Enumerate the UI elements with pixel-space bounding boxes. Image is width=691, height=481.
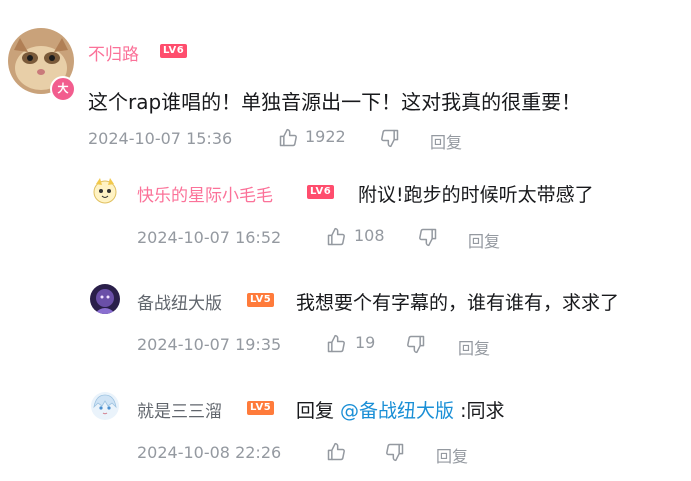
thumbs-up-icon[interactable] bbox=[326, 334, 346, 354]
comment-text: 这个rap谁唱的！单独音源出一下！这对我真的很重要！ bbox=[88, 90, 582, 114]
level-badge: LV6 bbox=[160, 44, 188, 58]
level-badge: LV5 bbox=[247, 293, 275, 307]
mention-link[interactable]: @备战纽大版 bbox=[340, 400, 454, 422]
reply-1-reply-button[interactable]: 回复 bbox=[468, 228, 500, 252]
comment-timestamp: 2024-10-07 15:36 bbox=[88, 129, 233, 148]
thumbs-down-icon[interactable] bbox=[385, 442, 405, 462]
reply-2-like-count: 19 bbox=[355, 333, 376, 352]
reply-button[interactable]: 回复 bbox=[430, 129, 462, 153]
thumbs-down-icon[interactable] bbox=[380, 128, 400, 148]
reply-3-timestamp: 2024-10-08 22:26 bbox=[137, 443, 282, 462]
avatar-reply-2[interactable] bbox=[90, 284, 120, 314]
reply-prefix: 回复 bbox=[296, 400, 341, 422]
thumbs-up-icon[interactable] bbox=[278, 128, 298, 148]
like-count: 1922 bbox=[305, 127, 346, 146]
thumbs-down-icon[interactable] bbox=[406, 334, 426, 354]
reply-3-username[interactable]: 就是三三溜 bbox=[137, 397, 222, 422]
thumbs-down-icon[interactable] bbox=[418, 227, 438, 247]
comment-username[interactable]: 不归路 bbox=[88, 40, 139, 65]
avatar-reply-3[interactable] bbox=[90, 391, 120, 421]
reply-2-timestamp: 2024-10-07 19:35 bbox=[137, 335, 282, 354]
thumbs-up-icon[interactable] bbox=[326, 227, 346, 247]
reply-2-username[interactable]: 备战纽大版 bbox=[137, 289, 222, 314]
reply-3-reply-button[interactable]: 回复 bbox=[436, 443, 468, 467]
reply-1-text: 附议!跑步的时候听太带感了 bbox=[358, 184, 594, 206]
reply-2-reply-button[interactable]: 回复 bbox=[458, 335, 490, 359]
reply-1-username[interactable]: 快乐的星际小毛毛 bbox=[137, 181, 273, 206]
thumbs-up-icon[interactable] bbox=[326, 442, 346, 462]
level-badge: LV5 bbox=[247, 401, 275, 415]
vip-badge: 大 bbox=[50, 76, 76, 102]
reply-1-like-count: 108 bbox=[354, 226, 385, 245]
level-badge: LV6 bbox=[307, 185, 335, 199]
reply-2-text: 我想要个有字幕的，谁有谁有，求求了 bbox=[296, 292, 620, 314]
avatar-reply-1[interactable] bbox=[90, 176, 120, 206]
reply-1-timestamp: 2024-10-07 16:52 bbox=[137, 228, 282, 247]
reply-3-text: 回复 @备战纽大版 :同求 bbox=[296, 396, 505, 423]
reply-suffix: :同求 bbox=[454, 400, 505, 422]
